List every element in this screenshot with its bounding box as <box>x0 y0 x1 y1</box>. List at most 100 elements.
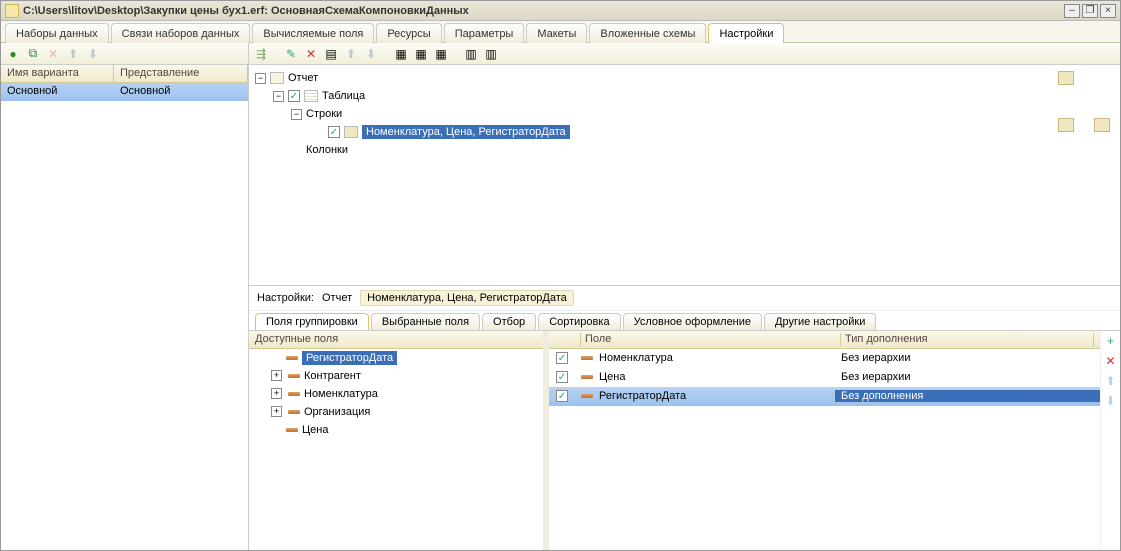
col-variant-name[interactable]: Имя варианта <box>1 65 114 82</box>
variants-toolbar: ● ⧉ ✕ ⬆ ⬇ <box>1 43 248 65</box>
tab-resources[interactable]: Ресурсы <box>376 23 441 43</box>
app-icon <box>5 4 19 18</box>
subtab-other[interactable]: Другие настройки <box>764 313 876 330</box>
checkbox-icon[interactable]: ✓ <box>288 90 300 102</box>
expand-icon[interactable]: + <box>271 388 282 399</box>
path-seg1[interactable]: Отчет <box>322 292 352 304</box>
avail-header: Доступные поля <box>255 333 338 346</box>
node-cols[interactable]: Колонки <box>306 144 348 156</box>
tab-layouts[interactable]: Макеты <box>526 23 587 43</box>
up-icon: ⬆ <box>65 46 81 62</box>
field-name: Цена <box>599 371 625 383</box>
col-type[interactable]: Тип дополнения <box>841 333 1094 346</box>
settings-toolbar: ⇶ ✎ ✕ ▤ ⬆ ⬇ ▦ ▦ ▦ ▥ ▥ <box>249 43 1120 65</box>
field-type: Без иерархии <box>835 352 1100 364</box>
checkbox-icon[interactable]: ✓ <box>556 371 568 383</box>
structure-tree: − Отчет − ✓ Таблица − Строки <box>249 65 1120 286</box>
field-name: Номенклатура <box>599 352 673 364</box>
expand-icon[interactable]: − <box>291 109 302 120</box>
node-table[interactable]: Таблица <box>322 90 365 102</box>
tree-icon[interactable]: ⇶ <box>253 46 269 62</box>
subtab-sort[interactable]: Сортировка <box>538 313 620 330</box>
field-icon <box>581 356 593 360</box>
variant-row[interactable]: Основной Основной <box>1 83 248 101</box>
tool4-icon[interactable]: ▥ <box>463 46 479 62</box>
node-report[interactable]: Отчет <box>288 72 318 84</box>
sub-tabs: Поля группировки Выбранные поля Отбор Со… <box>249 311 1120 331</box>
field-icon <box>581 394 593 398</box>
field-row[interactable]: ✓ Номенклатура Без иерархии <box>549 349 1100 368</box>
expand-icon[interactable]: − <box>255 73 266 84</box>
avail-label: Контрагент <box>304 370 361 382</box>
tab-calc[interactable]: Вычисляемые поля <box>252 23 374 43</box>
cols-icon[interactable] <box>1058 118 1074 132</box>
tool3-icon[interactable]: ▦ <box>433 46 449 62</box>
variants-panel: ● ⧉ ✕ ⬆ ⬇ Имя варианта Представление Осн… <box>1 43 249 550</box>
tab-params[interactable]: Параметры <box>444 23 525 43</box>
props-icon[interactable]: ▤ <box>323 46 339 62</box>
field-type: Без дополнения <box>835 390 1100 402</box>
variant-repr: Основной <box>114 83 248 101</box>
del-field-icon[interactable]: ✕ <box>1103 353 1119 369</box>
checkbox-icon[interactable]: ✓ <box>556 390 568 402</box>
tab-settings[interactable]: Настройки <box>708 23 784 43</box>
restore-button[interactable]: ❐ <box>1082 4 1098 18</box>
avail-label: РегистраторДата <box>302 351 397 365</box>
edit-icon[interactable]: ✎ <box>283 46 299 62</box>
field-type: Без иерархии <box>835 371 1100 383</box>
cols-icon[interactable] <box>1058 71 1074 85</box>
avail-item[interactable]: РегистраторДата <box>249 349 543 367</box>
table-icon <box>304 90 318 102</box>
col-check[interactable] <box>555 333 581 346</box>
subtab-format[interactable]: Условное оформление <box>623 313 762 330</box>
col-field[interactable]: Поле <box>581 333 841 346</box>
group-fields-grid: Поле Тип дополнения ✓ Номенклатура Без иер… <box>549 331 1100 551</box>
node-rows[interactable]: Строки <box>306 108 342 120</box>
avail-item[interactable]: + Контрагент <box>249 367 543 385</box>
down-field-icon: ⬇ <box>1103 393 1119 409</box>
expand-icon[interactable]: + <box>271 370 282 381</box>
subtab-selected[interactable]: Выбранные поля <box>371 313 480 330</box>
add-field-icon[interactable]: + <box>1103 333 1119 349</box>
avail-item[interactable]: Цена <box>249 421 543 439</box>
subtab-filter[interactable]: Отбор <box>482 313 536 330</box>
tool1-icon[interactable]: ▦ <box>393 46 409 62</box>
field-icon <box>288 374 300 378</box>
expand-icon[interactable]: + <box>271 406 282 417</box>
cols-icon[interactable] <box>1094 118 1110 132</box>
delete-icon: ✕ <box>45 46 61 62</box>
tab-datasets[interactable]: Наборы данных <box>5 23 109 43</box>
col-variant-repr[interactable]: Представление <box>114 65 248 82</box>
up-field-icon: ⬆ <box>1103 373 1119 389</box>
down-icon: ⬇ <box>85 46 101 62</box>
checkbox-icon[interactable]: ✓ <box>328 126 340 138</box>
avail-item[interactable]: +Номенклатура <box>249 385 543 403</box>
field-row[interactable]: ✓ Цена Без иерархии <box>549 368 1100 387</box>
minimize-button[interactable]: – <box>1064 4 1080 18</box>
report-icon <box>270 72 284 84</box>
checkbox-icon[interactable]: ✓ <box>556 352 568 364</box>
close-button[interactable]: × <box>1100 4 1116 18</box>
group-icon <box>344 126 358 138</box>
avail-item[interactable]: + Организация <box>249 403 543 421</box>
field-row[interactable]: ✓РегистраторДатаБез дополнения <box>549 387 1100 406</box>
tool2-icon[interactable]: ▦ <box>413 46 429 62</box>
subtab-groupfields[interactable]: Поля группировки <box>255 313 369 330</box>
field-icon <box>581 375 593 379</box>
avail-label: Организация <box>304 406 370 418</box>
field-icon <box>286 428 298 432</box>
path-seg2[interactable]: Номенклатура, Цена, РегистраторДата <box>360 290 574 306</box>
field-icon <box>288 410 300 414</box>
field-toolbar: + ✕ ⬆ ⬇ <box>1100 331 1120 551</box>
copy-icon[interactable]: ⧉ <box>25 46 41 62</box>
expand-icon[interactable]: − <box>273 91 284 102</box>
tool5-icon[interactable]: ▥ <box>483 46 499 62</box>
tab-nested[interactable]: Вложенные схемы <box>589 23 706 43</box>
del-icon[interactable]: ✕ <box>303 46 319 62</box>
tab-links[interactable]: Связи наборов данных <box>111 23 251 43</box>
add-icon[interactable]: ● <box>5 46 21 62</box>
available-fields: Доступные поля РегистраторДата + Контраген… <box>249 331 549 551</box>
mdown-icon: ⬇ <box>363 46 379 62</box>
node-grouping[interactable]: Номенклатура, Цена, РегистраторДата <box>362 125 570 139</box>
settings-path: Настройки: Отчет Номенклатура, Цена, Рег… <box>249 286 1120 311</box>
